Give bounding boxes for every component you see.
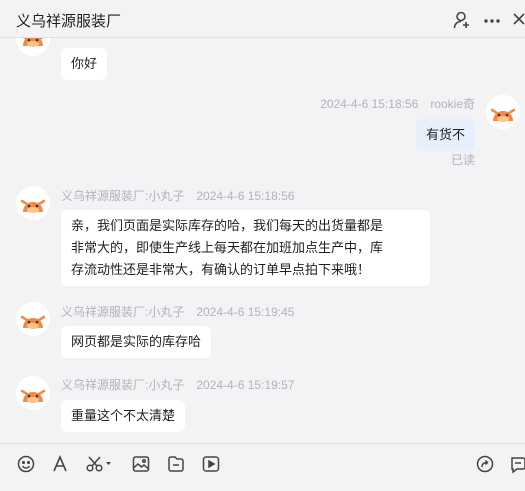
message-meta: 义乌祥源服装厂:小丸子 2024-4-6 15:18:56 [61,187,294,204]
sender-name: 义乌祥源服装厂:小丸子 [61,189,185,203]
avatar[interactable] [16,38,50,56]
image-icon[interactable] [131,454,151,474]
message-text-line: 存流动性还是非常大，有确认的订单早点拍下来哦！ [71,262,371,277]
video-icon[interactable] [201,454,221,474]
message-bubble[interactable]: 重量这个不太清楚 [61,400,186,432]
message-text: 你好 [71,56,98,71]
chat-icon[interactable] [509,454,525,474]
input-toolbar [0,443,525,491]
message-bubble[interactable]: 亲，我们页面是实际库存的哈，我们每天的出货量都是 非常大的，即使生产线上每天都在… [61,210,430,286]
file-icon[interactable] [166,454,186,474]
message-meta: 义乌祥源服装厂:小丸子 2024-4-6 15:19:57 [61,376,294,393]
message-time: 2024-4-6 15:18:56 [196,189,295,203]
message-text-line: 非常大的，即使生产线上每天都在加班加点生产中，库 [71,240,384,255]
message-meta: 义乌祥源服装厂:小丸子 2024-4-6 15:19:45 [61,303,294,320]
avatar[interactable] [16,376,50,410]
scissors-icon[interactable] [85,454,115,474]
avatar[interactable] [16,186,50,220]
message-time: 2024-4-6 15:19:57 [196,378,295,392]
message-time: 2024-4-6 15:19:45 [196,305,295,319]
sender-name: 义乌祥源服装厂:小丸子 [61,305,185,319]
sender-name: rookie奇 [430,97,475,111]
read-status: 已读 [450,153,475,167]
avatar[interactable] [486,95,520,129]
message-bubble[interactable]: 你好 [61,48,108,80]
close-icon[interactable] [511,10,525,30]
message-text: 重量这个不太清楚 [71,408,176,423]
sender-name: 义乌祥源服装厂:小丸子 [61,378,185,392]
message-bubble[interactable]: 网页都是实际的库存哈 [61,326,212,358]
message-list[interactable]: 你好 2024-4-6 15:18:56 rookie奇 有货不 已读 义乌祥源服… [0,38,525,443]
message-time: 2024-4-6 15:18:56 [320,97,419,111]
message-text-line: 亲，我们页面是实际库存的哈，我们每天的出货量都是 [71,218,384,233]
share-icon[interactable] [475,454,495,474]
more-icon[interactable] [482,10,502,30]
message-bubble[interactable]: 有货不 [415,119,475,151]
font-icon[interactable] [50,454,70,474]
avatar[interactable] [16,302,50,336]
user-icon[interactable] [452,10,472,30]
emoji-icon[interactable] [16,454,36,474]
chat-title: 义乌祥源服装厂 [16,13,122,30]
chat-header: 义乌祥源服装厂 [0,0,525,38]
message-text: 网页都是实际的库存哈 [71,334,202,349]
message-meta: 2024-4-6 15:18:56 rookie奇 [320,95,475,112]
message-text: 有货不 [425,127,465,142]
